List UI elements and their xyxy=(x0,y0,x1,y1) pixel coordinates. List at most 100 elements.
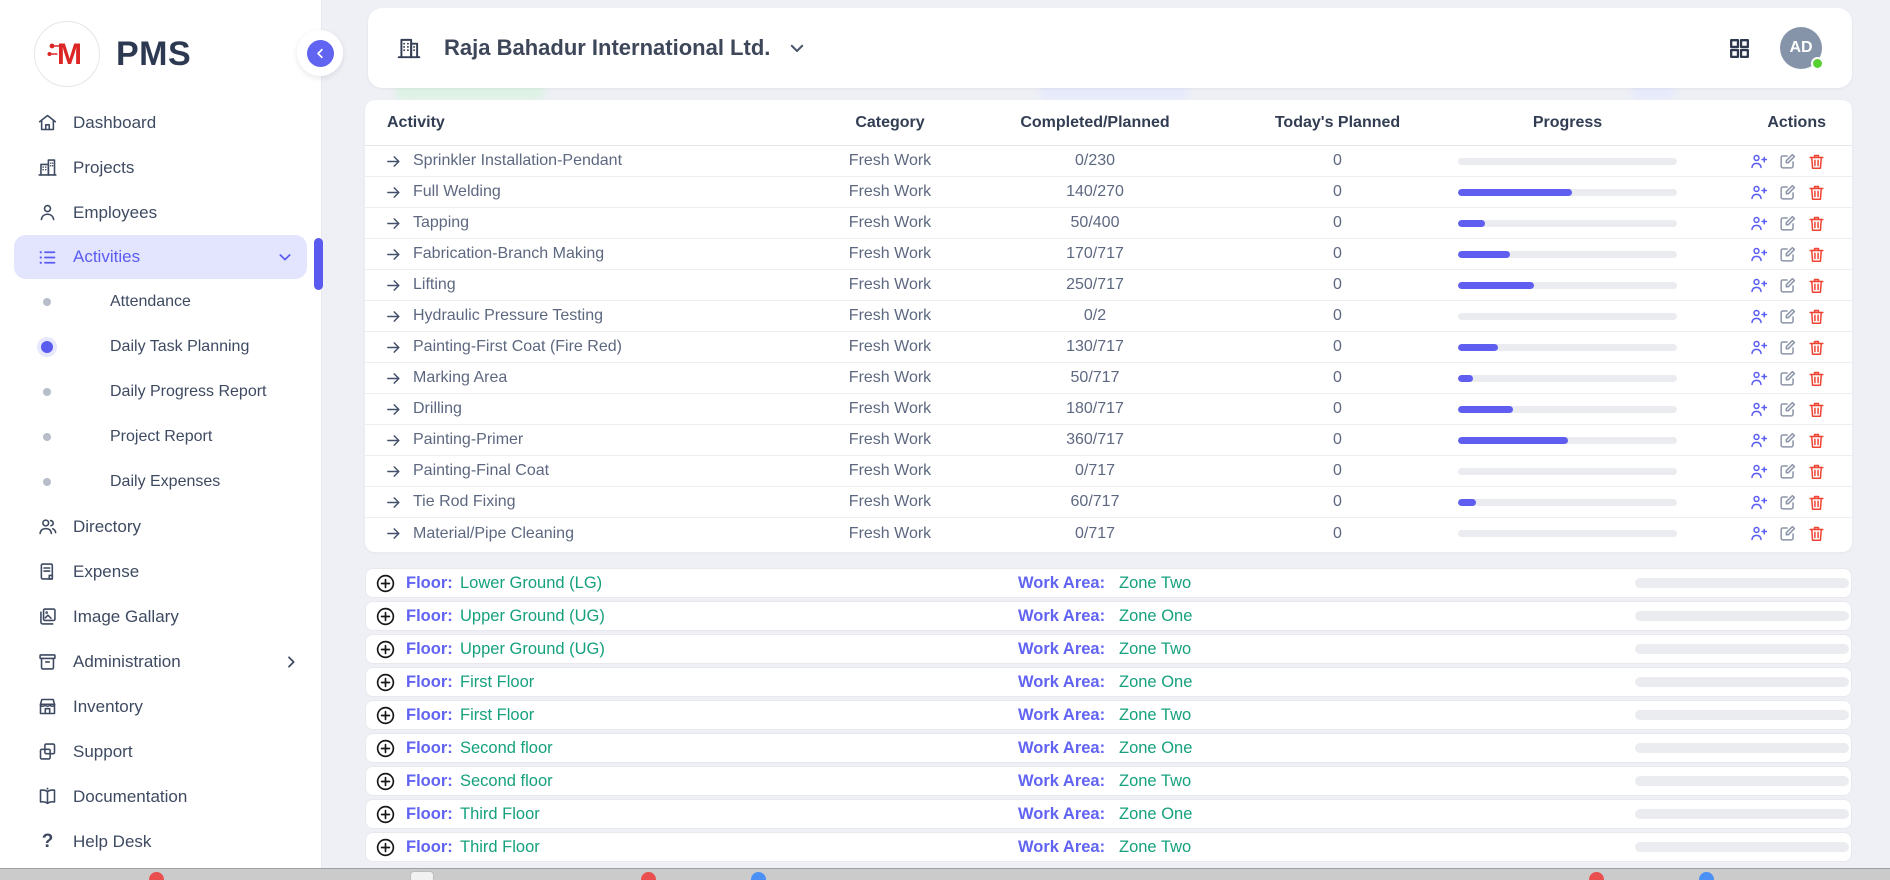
assign-user-button[interactable] xyxy=(1749,183,1768,202)
assign-user-button[interactable] xyxy=(1749,214,1768,233)
expand-plus-icon[interactable] xyxy=(375,771,396,792)
assign-user-button[interactable] xyxy=(1749,462,1768,481)
delete-button[interactable] xyxy=(1807,307,1826,326)
edit-button[interactable] xyxy=(1778,431,1797,450)
assign-user-button[interactable] xyxy=(1749,338,1768,357)
edit-button[interactable] xyxy=(1778,214,1797,233)
edit-button[interactable] xyxy=(1778,276,1797,295)
company-selector-label[interactable]: Raja Bahadur International Ltd. xyxy=(444,35,770,61)
expand-plus-icon[interactable] xyxy=(375,837,396,858)
taskbar-icon[interactable] xyxy=(751,872,766,880)
category-cell: Fresh Work xyxy=(810,183,970,201)
floor-label: Floor: xyxy=(406,574,453,593)
delete-button[interactable] xyxy=(1807,183,1826,202)
edit-button[interactable] xyxy=(1778,493,1797,512)
floor-row: Floor: First Floor Work Area: Zone Two xyxy=(365,700,1852,730)
question-icon: ? xyxy=(37,831,58,852)
edit-button[interactable] xyxy=(1778,369,1797,388)
apps-grid-button[interactable] xyxy=(1727,36,1752,61)
delete-button[interactable] xyxy=(1807,214,1826,233)
sidebar-item-image-gallary[interactable]: Image Gallary xyxy=(0,594,321,639)
sidebar-item-dashboard[interactable]: Dashboard xyxy=(0,100,321,145)
sidebar-subitem-daily-progress-report[interactable]: Daily Progress Report xyxy=(0,369,321,414)
edit-button[interactable] xyxy=(1778,307,1797,326)
actions-cell xyxy=(1680,338,1852,357)
edit-button[interactable] xyxy=(1778,338,1797,357)
sidebar-item-activities[interactable]: Activities xyxy=(14,235,307,279)
delete-button[interactable] xyxy=(1807,369,1826,388)
chevron-down-icon[interactable] xyxy=(788,39,806,57)
taskbar-icon[interactable] xyxy=(410,871,434,880)
sidebar-subitem-daily-task-planning[interactable]: Daily Task Planning xyxy=(0,324,321,369)
floor-value: Third Floor xyxy=(460,838,540,857)
assign-user-button[interactable] xyxy=(1749,276,1768,295)
delete-button[interactable] xyxy=(1807,400,1826,419)
sidebar-scrollbar-thumb[interactable] xyxy=(314,238,323,290)
sidebar-subitem-daily-expenses[interactable]: Daily Expenses xyxy=(0,459,321,504)
completed-planned-cell: 0/717 xyxy=(970,525,1220,543)
sidebar-item-support[interactable]: Support xyxy=(0,729,321,774)
assign-user-button[interactable] xyxy=(1749,431,1768,450)
category-cell: Fresh Work xyxy=(810,369,970,387)
progress-track xyxy=(1635,809,1849,819)
delete-button[interactable] xyxy=(1807,152,1826,171)
edit-button[interactable] xyxy=(1778,183,1797,202)
sidebar-subitem-project-report[interactable]: Project Report xyxy=(0,414,321,459)
edit-button[interactable] xyxy=(1778,152,1797,171)
taskbar-icon[interactable] xyxy=(1699,872,1714,880)
taskbar-icon[interactable] xyxy=(1589,872,1604,880)
expand-plus-icon[interactable] xyxy=(375,738,396,759)
bullet-icon xyxy=(43,478,51,486)
sidebar-collapse-button[interactable] xyxy=(307,40,334,67)
assign-user-button[interactable] xyxy=(1749,524,1768,543)
edit-button[interactable] xyxy=(1778,462,1797,481)
delete-button[interactable] xyxy=(1807,462,1826,481)
sidebar-item-help-desk[interactable]: ? Help Desk xyxy=(0,819,321,864)
edit-button[interactable] xyxy=(1778,524,1797,543)
sidebar-item-documentation[interactable]: Documentation xyxy=(0,774,321,819)
assign-user-button[interactable] xyxy=(1749,307,1768,326)
assign-user-button[interactable] xyxy=(1749,493,1768,512)
assign-user-button[interactable] xyxy=(1749,369,1768,388)
edit-button[interactable] xyxy=(1778,400,1797,419)
sidebar-item-projects[interactable]: Projects xyxy=(0,145,321,190)
assign-user-button[interactable] xyxy=(1749,245,1768,264)
todays-planned-cell: 0 xyxy=(1220,152,1455,170)
sidebar-subitem-attendance[interactable]: Attendance xyxy=(0,279,321,324)
arrow-right-icon xyxy=(385,525,402,542)
sidebar-item-label: Activities xyxy=(73,247,140,267)
expand-plus-icon[interactable] xyxy=(375,573,396,594)
sidebar-item-inventory[interactable]: Inventory xyxy=(0,684,321,729)
delete-button[interactable] xyxy=(1807,245,1826,264)
floor-row: Floor: Second floor Work Area: Zone Two xyxy=(365,766,1852,796)
edit-button[interactable] xyxy=(1778,245,1797,264)
list-icon xyxy=(37,247,58,268)
progress-track xyxy=(1458,220,1677,227)
progress-track xyxy=(1458,251,1677,258)
delete-button[interactable] xyxy=(1807,524,1826,543)
chevron-left-icon xyxy=(314,47,327,60)
expand-plus-icon[interactable] xyxy=(375,672,396,693)
sidebar-item-employees[interactable]: Employees xyxy=(0,190,321,235)
category-cell: Fresh Work xyxy=(810,400,970,418)
expand-plus-icon[interactable] xyxy=(375,804,396,825)
expand-plus-icon[interactable] xyxy=(375,606,396,627)
sidebar-item-label: Directory xyxy=(73,517,141,537)
expand-plus-icon[interactable] xyxy=(375,639,396,660)
sidebar-item-directory[interactable]: Directory xyxy=(0,504,321,549)
store-icon xyxy=(37,696,58,717)
user-avatar[interactable]: AD xyxy=(1780,27,1822,69)
expand-plus-icon[interactable] xyxy=(375,705,396,726)
delete-button[interactable] xyxy=(1807,431,1826,450)
delete-button[interactable] xyxy=(1807,493,1826,512)
activity-cell: Painting-Final Coat xyxy=(365,462,810,480)
delete-button[interactable] xyxy=(1807,276,1826,295)
delete-button[interactable] xyxy=(1807,338,1826,357)
assign-user-button[interactable] xyxy=(1749,400,1768,419)
taskbar-icon[interactable] xyxy=(641,872,656,880)
taskbar-icon[interactable] xyxy=(149,872,164,880)
assign-user-button[interactable] xyxy=(1749,152,1768,171)
sidebar-item-expense[interactable]: Expense xyxy=(0,549,321,594)
sidebar-item-administration[interactable]: Administration xyxy=(0,639,321,684)
arrow-right-icon xyxy=(385,184,402,201)
